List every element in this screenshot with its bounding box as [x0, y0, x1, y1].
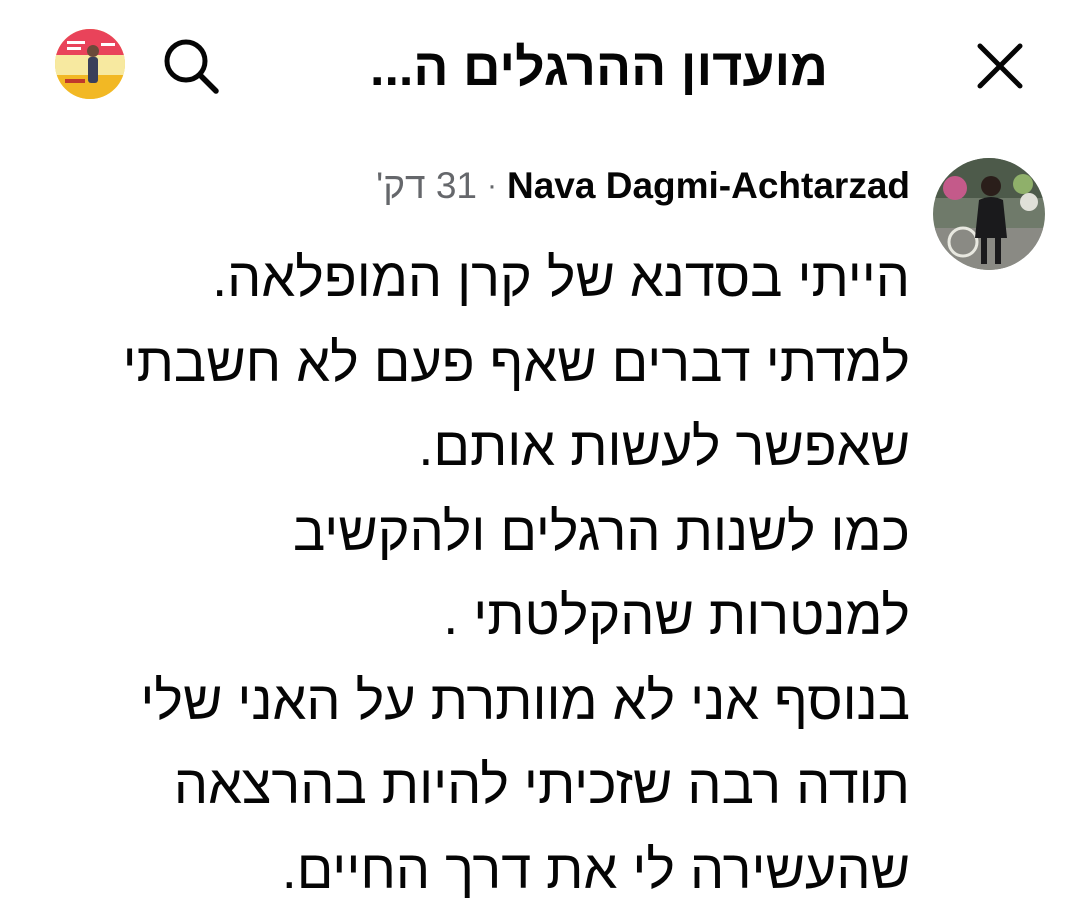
post-line: תודה רבה שזכיתי להיות בהרצאה: [173, 755, 910, 815]
post-line: למנטרות שהקלטתי .: [443, 586, 910, 646]
author-avatar-image: [933, 158, 1045, 270]
post-timestamp[interactable]: 31 דק': [376, 164, 477, 208]
post-line: בנוסף אני לא מוותרת על האני שלי: [140, 670, 910, 731]
close-icon: [977, 43, 1023, 89]
search-button[interactable]: [156, 34, 226, 98]
group-avatar[interactable]: [55, 29, 125, 99]
meta-separator: ·: [486, 169, 497, 202]
post-text: הייתי בסדנא של קרן המופלאה. למדתי דברים …: [50, 236, 910, 912]
post-line: כמו לשנות הרגלים ולהקשיב: [293, 501, 910, 562]
post-line: הייתי בסדנא של קרן המופלאה.: [212, 248, 910, 308]
close-button[interactable]: [968, 34, 1032, 98]
post-meta: Nava Dagmi-Achtarzad · 31 דק': [376, 164, 910, 208]
post-line: למדתי דברים שאף פעם לא חשבתי: [122, 332, 910, 393]
top-bar: מועדון ההרגלים ה...: [0, 0, 1080, 130]
group-avatar-image: [55, 29, 125, 99]
group-title[interactable]: מועדון ההרגלים ה...: [268, 36, 828, 100]
post-line: שהעשירה לי את דרך החיים.: [281, 839, 910, 900]
author-avatar[interactable]: [933, 158, 1045, 270]
search-icon: [164, 39, 219, 94]
post-line: שאפשר לעשות אותם.: [418, 417, 910, 477]
author-name[interactable]: Nava Dagmi-Achtarzad: [507, 164, 910, 208]
